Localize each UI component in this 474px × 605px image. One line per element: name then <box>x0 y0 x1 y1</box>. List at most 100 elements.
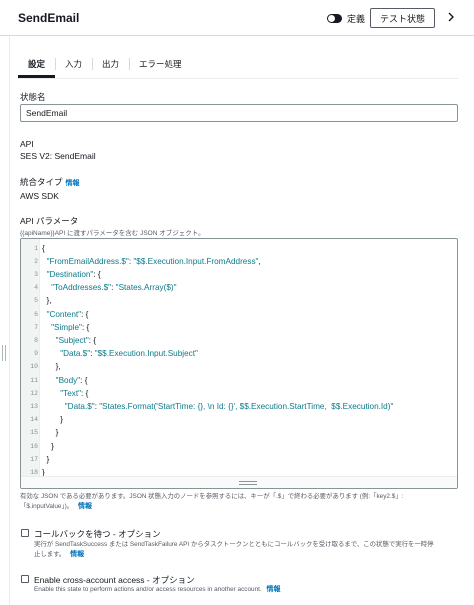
line-number: 5 <box>34 297 38 305</box>
code-text: "Content": { <box>46 309 89 319</box>
info-link[interactable]: 情報 <box>266 586 280 593</box>
api-params-label: API パラメータ <box>20 216 79 226</box>
line-number: 10 <box>30 363 38 371</box>
cross-account-desc-text: Enable this state to perform actions and… <box>34 586 262 593</box>
code-line: 15 } <box>21 426 457 440</box>
tab-label: 出力 <box>102 59 120 69</box>
code-line: 1{ <box>21 241 457 255</box>
code-text: }, <box>42 296 52 306</box>
code-line: 5 }, <box>21 294 457 308</box>
json-help-text: 有効な JSON である必要があります。JSON 状態入力のノードを参照するには… <box>20 492 460 512</box>
help-line: 有効な JSON である必要があります。JSON 状態入力のノードを参照するには… <box>20 493 404 500</box>
code-text: "FromEmailAddress.$": "$$.Execution.Inpu… <box>46 256 261 266</box>
panel-header: SendEmail 定義 テスト状態 <box>0 0 474 36</box>
line-number: 14 <box>30 416 38 424</box>
line-number: 18 <box>30 468 38 476</box>
code-text: }, <box>42 362 61 372</box>
state-name-label: 状態名 <box>20 92 46 102</box>
line-number: 8 <box>34 336 38 344</box>
code-text: "Text": { <box>60 388 89 398</box>
line-number: 11 <box>30 376 38 384</box>
optional-suffix: - オプション <box>144 575 195 585</box>
integration-type-value: AWS SDK <box>20 191 59 201</box>
panel-border <box>9 36 10 605</box>
line-number: 13 <box>30 402 38 410</box>
tab-bar: 設定 入力 出力 エラー処理 <box>18 50 192 78</box>
toggle-switch[interactable] <box>327 14 342 23</box>
tab-settings[interactable]: 設定 <box>18 50 56 78</box>
resize-handle-icon[interactable] <box>239 481 257 485</box>
code-line: 6 "Content": { <box>21 307 457 321</box>
code-text: { <box>42 243 45 253</box>
tab-output[interactable]: 出力 <box>92 50 129 78</box>
code-line: 13 "Data.$": "States.Format('StartTime: … <box>21 399 457 413</box>
callback-desc-line: 実行が SendTaskSuccess または SendTaskFailure … <box>34 541 434 548</box>
info-link[interactable]: 情報 <box>70 551 84 558</box>
code-text: } <box>42 415 63 425</box>
code-line: 11 "Body": { <box>21 373 457 387</box>
line-number: 7 <box>34 323 38 331</box>
code-line: 7 "Simple": { <box>21 320 457 334</box>
code-line: 12 "Text": { <box>21 386 457 400</box>
code-text: "Subject": { <box>55 335 97 345</box>
line-number: 6 <box>34 310 38 318</box>
code-line: 9 "Data.$": "$$.Execution.Input.Subject" <box>21 347 457 361</box>
line-number: 12 <box>30 389 38 397</box>
info-link[interactable]: 情報 <box>66 180 80 187</box>
code-text: "Destination": { <box>46 269 101 279</box>
api-params-description: {{apiName}}API に渡すパラメータを含む JSON オブジェクト。 <box>20 230 205 237</box>
callback-description: 実行が SendTaskSuccess または SendTaskFailure … <box>34 540 460 560</box>
optional-suffix: - オプション <box>110 529 161 539</box>
json-editor[interactable]: 1{2 "FromEmailAddress.$": "$$.Execution.… <box>20 238 458 489</box>
code-line: 17 } <box>21 452 457 466</box>
line-number: 2 <box>34 257 38 265</box>
callback-desc-line: 止します。 情報 <box>34 550 460 560</box>
code-line: 4 "ToAddresses.$": "States.Array($)" <box>21 281 457 295</box>
code-text: "ToAddresses.$": "States.Array($)" <box>51 283 177 293</box>
editor-resize-bar[interactable] <box>21 476 457 488</box>
code-line: 2 "FromEmailAddress.$": "$$.Execution.In… <box>21 254 457 268</box>
state-name-input[interactable]: SendEmail <box>20 104 458 122</box>
code-line: 10 }, <box>21 360 457 374</box>
line-number: 4 <box>34 284 38 292</box>
chevron-right-icon[interactable] <box>444 10 458 24</box>
tab-label: エラー処理 <box>139 59 182 69</box>
toggle-label: 定義 <box>347 14 366 24</box>
code-text: "Body": { <box>55 375 88 385</box>
code-line: 14 } <box>21 413 457 427</box>
tab-label: 設定 <box>28 59 46 69</box>
code-text: "Simple": { <box>51 322 90 332</box>
cross-account-description: Enable this state to perform actions and… <box>34 585 460 595</box>
tabs-divider <box>18 78 458 79</box>
callback-title-text: コールバックを待つ <box>34 529 111 539</box>
code-text: } <box>42 441 54 451</box>
cross-account-title-text: Enable cross-account access <box>34 575 145 585</box>
test-state-button[interactable]: テスト状態 <box>370 8 435 28</box>
code-text: } <box>42 428 59 438</box>
state-title: SendEmail <box>18 11 80 25</box>
code-line: 8 "Subject": { <box>21 333 457 347</box>
info-link[interactable]: 情報 <box>78 503 92 510</box>
tab-error-handling[interactable]: エラー処理 <box>129 50 192 78</box>
help-line-text: 「$.inputValue」)。 <box>20 503 74 510</box>
callback-title: コールバックを待つ - オプション <box>34 528 161 540</box>
line-number: 16 <box>30 442 38 450</box>
help-line: 「$.inputValue」)。 情報 <box>20 502 460 512</box>
definition-toggle[interactable]: 定義 <box>327 12 365 25</box>
callback-checkbox[interactable] <box>21 529 29 537</box>
code-line: 16 } <box>21 439 457 453</box>
tab-label: 入力 <box>65 59 83 69</box>
cross-account-checkbox[interactable] <box>21 575 29 583</box>
api-value: SES V2: SendEmail <box>20 151 96 161</box>
code-text: } <box>42 454 50 464</box>
line-number: 17 <box>30 455 38 463</box>
callback-desc-text: 止します。 <box>34 551 66 558</box>
api-label: API <box>20 139 34 149</box>
line-number: 3 <box>34 270 38 278</box>
integration-type-label: 統合タイプ 情報 <box>20 176 80 188</box>
line-number: 9 <box>34 350 38 358</box>
line-number: 15 <box>30 429 38 437</box>
code-text: "Data.$": "$$.Execution.Input.Subject" <box>60 349 198 359</box>
resize-grip-icon[interactable] <box>2 345 6 361</box>
tab-input[interactable]: 入力 <box>55 50 92 78</box>
